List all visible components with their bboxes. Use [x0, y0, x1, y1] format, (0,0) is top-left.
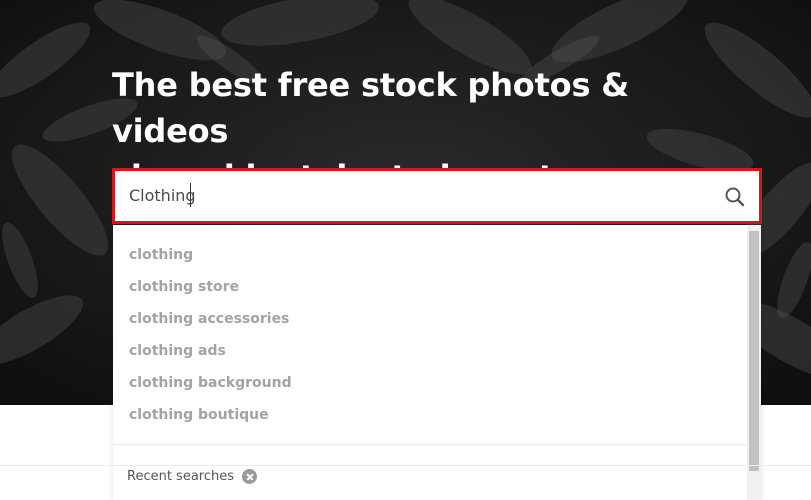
scrollbar-thumb[interactable]: [749, 231, 759, 471]
suggestion-item[interactable]: clothing: [113, 239, 747, 271]
clear-recent-icon[interactable]: [242, 468, 258, 484]
suggestion-item[interactable]: clothing ads: [113, 335, 747, 367]
suggestion-list: clothing clothing store clothing accesso…: [113, 239, 747, 431]
search-bar[interactable]: [112, 168, 762, 224]
text-cursor: [190, 183, 191, 207]
suggestion-item[interactable]: clothing boutique: [113, 399, 747, 431]
recent-searches-label: Recent searches: [127, 468, 235, 484]
page-divider: [0, 465, 811, 466]
search-suggestions-dropdown: clothing clothing store clothing accesso…: [113, 225, 761, 500]
suggestion-item[interactable]: clothing background: [113, 367, 747, 399]
suggestion-item[interactable]: clothing accessories: [113, 303, 747, 335]
suggestion-item[interactable]: clothing store: [113, 271, 747, 303]
recent-searches-header: Recent searches: [127, 466, 258, 486]
dropdown-divider: [113, 444, 747, 445]
search-icon[interactable]: [723, 185, 747, 209]
dropdown-scrollbar[interactable]: [747, 225, 761, 500]
search-input[interactable]: [129, 181, 699, 211]
headline-line-1: The best free stock photos & videos: [112, 66, 629, 150]
